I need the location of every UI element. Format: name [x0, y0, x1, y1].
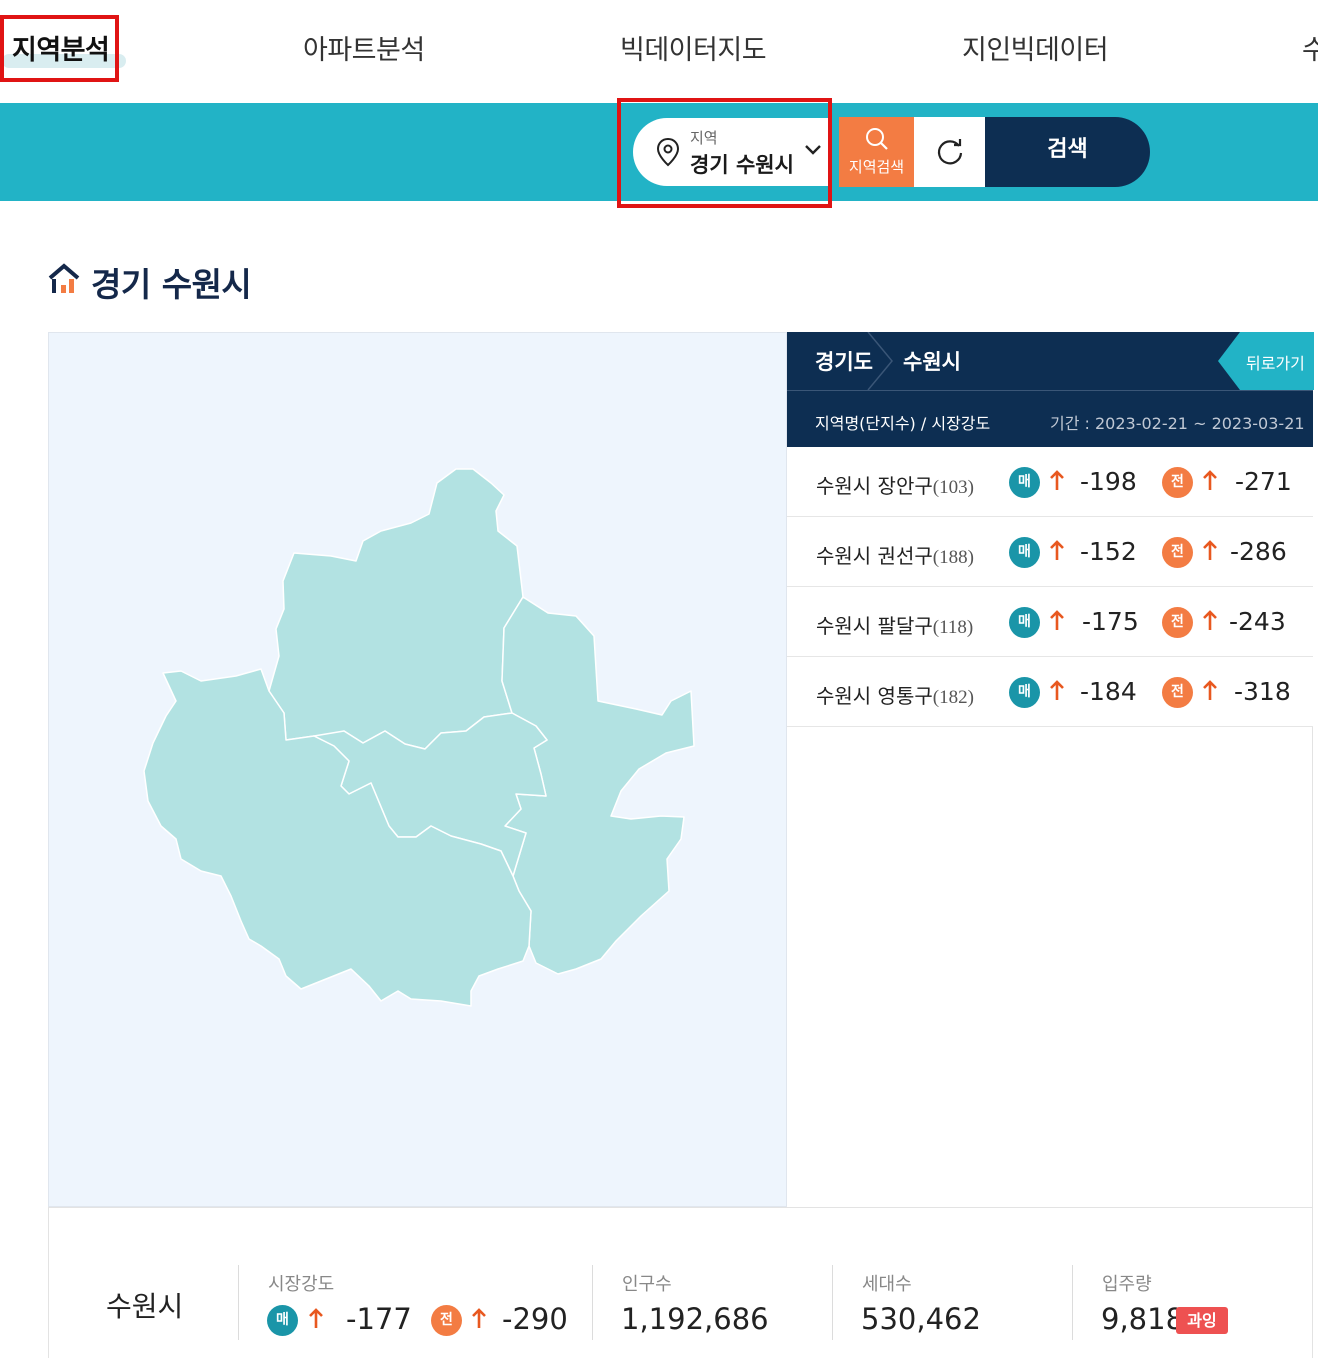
sale-strength-value: -175: [1082, 607, 1139, 636]
jeonse-badge: 전: [1162, 677, 1193, 708]
oversupply-badge: 과잉: [1176, 1307, 1228, 1334]
jeonse-strength-value: -286: [1230, 537, 1287, 566]
suwon-district-map: [143, 468, 695, 1007]
summary-sale-strength: -177: [346, 1302, 412, 1336]
list-item[interactable]: 수원시 장안구(103) 매 -198 전 -271: [787, 447, 1313, 517]
households-value: 530,462: [861, 1302, 981, 1336]
jeonse-badge: 전: [1162, 537, 1193, 568]
nav-tab-jiin-bigdata[interactable]: 지인빅데이터: [962, 28, 1109, 67]
breadcrumb-chevron-icon: [867, 332, 893, 390]
population-label: 인구수: [622, 1274, 672, 1295]
list-item[interactable]: 수원시 권선구(188) 매 -152 전 -286: [787, 517, 1313, 587]
home-chart-icon: [48, 263, 80, 293]
page-title: 경기 수원시: [91, 265, 252, 304]
jeonse-badge: 전: [1162, 607, 1193, 638]
households-label: 세대수: [862, 1274, 912, 1295]
sale-badge: 매: [1009, 537, 1040, 568]
divider: [832, 1265, 833, 1340]
column-header-region: 지역명(단지수) / 시장강도: [815, 414, 991, 433]
top-navigation: 지역분석 아파트분석 빅데이터지도 지인빅데이터 수: [0, 0, 1318, 103]
arrow-up-icon: [1050, 680, 1064, 700]
arrow-up-icon: [1050, 610, 1064, 630]
arrow-up-icon: [1050, 470, 1064, 490]
sale-strength-value: -184: [1080, 677, 1137, 706]
arrow-up-icon: [309, 1308, 323, 1328]
divider: [1072, 1265, 1073, 1340]
supply-label: 입주량: [1102, 1274, 1152, 1295]
region-search-label: 지역검색: [848, 158, 905, 176]
sale-strength-value: -198: [1080, 467, 1137, 496]
sale-badge: 매: [1009, 467, 1040, 498]
sale-badge: 매: [267, 1305, 298, 1336]
highlight-box-nav: [0, 15, 119, 82]
jeonse-badge: 전: [431, 1305, 462, 1336]
jeonse-strength-value: -318: [1234, 677, 1291, 706]
divider: [592, 1265, 593, 1340]
arrow-up-icon: [1203, 540, 1217, 560]
nav-tab-more[interactable]: 수: [1302, 28, 1318, 67]
summary-jeonse-strength: -290: [502, 1302, 568, 1336]
arrow-up-icon: [1203, 610, 1217, 630]
list-item[interactable]: 수원시 영통구(182) 매 -184 전 -318: [787, 657, 1313, 727]
jeonse-strength-value: -271: [1235, 467, 1292, 496]
search-button[interactable]: 검색: [985, 117, 1150, 187]
search-icon: [866, 128, 888, 150]
sale-badge: 매: [1009, 677, 1040, 708]
breadcrumb-province[interactable]: 경기도: [815, 346, 873, 376]
arrow-up-icon: [1050, 540, 1064, 560]
jeonse-strength-value: -243: [1229, 607, 1286, 636]
period-range: 기간 : 2023-02-21 ~ 2023-03-21: [1050, 414, 1305, 433]
refresh-icon: [937, 139, 963, 165]
row-region-name: 수원시 권선구(188): [816, 544, 974, 568]
population-value: 1,192,686: [621, 1302, 769, 1336]
supply-value: 9,818: [1101, 1302, 1185, 1336]
breadcrumb-city[interactable]: 수원시: [903, 346, 961, 376]
district-jangan[interactable]: [268, 468, 524, 750]
nav-tab-apartment-analysis[interactable]: 아파트분석: [303, 28, 425, 67]
row-region-name: 수원시 장안구(103): [816, 474, 974, 498]
sale-badge: 매: [1009, 607, 1040, 638]
market-strength-label: 시장강도: [268, 1274, 335, 1295]
summary-city-name: 수원시: [106, 1290, 184, 1323]
list-item[interactable]: 수원시 팔달구(118) 매 -175 전 -243: [787, 587, 1313, 657]
nav-tab-bigdata-map[interactable]: 빅데이터지도: [620, 28, 767, 67]
row-region-name: 수원시 팔달구(118): [816, 614, 974, 638]
back-button-label[interactable]: 뒤로가기: [1246, 350, 1305, 374]
arrow-up-icon: [1203, 470, 1217, 490]
sale-strength-value: -152: [1080, 537, 1137, 566]
arrow-up-icon: [472, 1308, 486, 1328]
map-panel: [48, 332, 787, 1207]
highlight-box-region: [617, 98, 832, 208]
arrow-up-icon: [1203, 680, 1217, 700]
row-region-name: 수원시 영통구(182): [816, 684, 974, 708]
divider: [238, 1265, 239, 1340]
jeonse-badge: 전: [1162, 467, 1193, 498]
